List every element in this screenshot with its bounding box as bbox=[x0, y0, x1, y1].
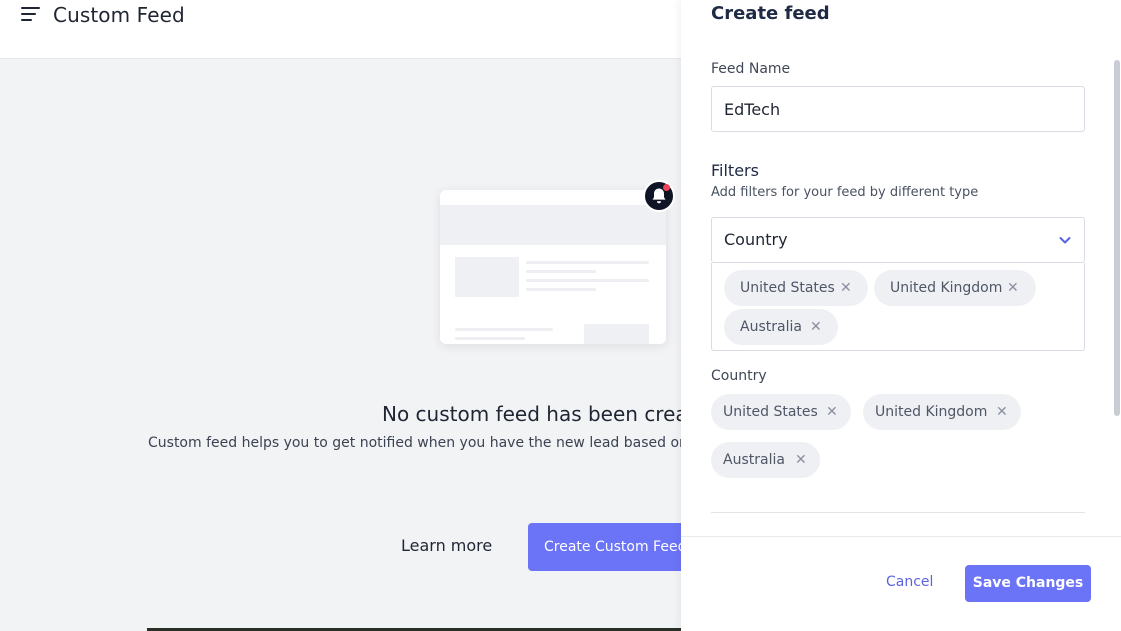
tag-chip: United Kingdom ✕ bbox=[874, 270, 1036, 306]
learn-more-link[interactable]: Learn more bbox=[401, 536, 492, 555]
chevron-down-icon[interactable] bbox=[1058, 233, 1072, 247]
drawer-title: Create feed bbox=[711, 3, 830, 24]
empty-state-description: Custom feed helps you to get notified wh… bbox=[148, 435, 681, 451]
drawer-scrollbar[interactable] bbox=[1114, 60, 1120, 416]
cancel-button[interactable]: Cancel bbox=[886, 574, 933, 590]
feed-name-input[interactable] bbox=[711, 86, 1085, 132]
summary-tag-chip: United Kingdom ✕ bbox=[863, 394, 1021, 430]
tag-label: United States bbox=[723, 404, 818, 420]
filters-title: Filters bbox=[711, 161, 759, 180]
create-custom-feed-button[interactable]: Create Custom Feed bbox=[528, 523, 681, 571]
close-icon[interactable]: ✕ bbox=[1007, 270, 1019, 306]
tag-chip: United States ✕ bbox=[724, 270, 868, 306]
section-divider bbox=[711, 512, 1085, 513]
app-header: Custom Feed bbox=[0, 0, 681, 59]
summary-tag-chip: Australia ✕ bbox=[711, 442, 820, 478]
close-icon[interactable]: ✕ bbox=[795, 442, 807, 478]
close-icon[interactable]: ✕ bbox=[826, 394, 838, 430]
bell-icon bbox=[643, 180, 675, 212]
tag-label: United Kingdom bbox=[890, 280, 1003, 296]
save-changes-button[interactable]: Save Changes bbox=[965, 565, 1091, 602]
summary-filter-label: Country bbox=[711, 368, 767, 384]
menu-icon[interactable] bbox=[21, 7, 41, 23]
feed-name-label: Feed Name bbox=[711, 61, 791, 77]
tag-label: United Kingdom bbox=[875, 404, 988, 420]
create-feed-drawer: Create feed Feed Name Filters Add filter… bbox=[681, 0, 1121, 631]
close-icon[interactable]: ✕ bbox=[996, 394, 1008, 430]
tag-chip: Australia ✕ bbox=[724, 309, 838, 345]
tag-label: Australia bbox=[723, 452, 785, 468]
close-icon[interactable]: ✕ bbox=[810, 309, 822, 345]
tag-label: Australia bbox=[740, 319, 802, 335]
filters-subtitle: Add filters for your feed by different t… bbox=[711, 185, 979, 200]
empty-state-illustration bbox=[440, 190, 666, 344]
tag-label: United States bbox=[740, 280, 835, 296]
footer-divider bbox=[681, 536, 1121, 537]
filter-type-select[interactable]: Country bbox=[711, 217, 1085, 263]
summary-tag-chip: United States ✕ bbox=[711, 394, 851, 430]
close-icon[interactable]: ✕ bbox=[840, 270, 852, 306]
main-content: No custom feed has been created yet Cust… bbox=[0, 59, 681, 631]
selected-tags-box: United States ✕ United Kingdom ✕ Austral… bbox=[711, 263, 1085, 351]
page-title: Custom Feed bbox=[53, 3, 185, 27]
empty-state-title: No custom feed has been created yet bbox=[382, 402, 681, 426]
filter-type-value: Country bbox=[724, 230, 788, 249]
